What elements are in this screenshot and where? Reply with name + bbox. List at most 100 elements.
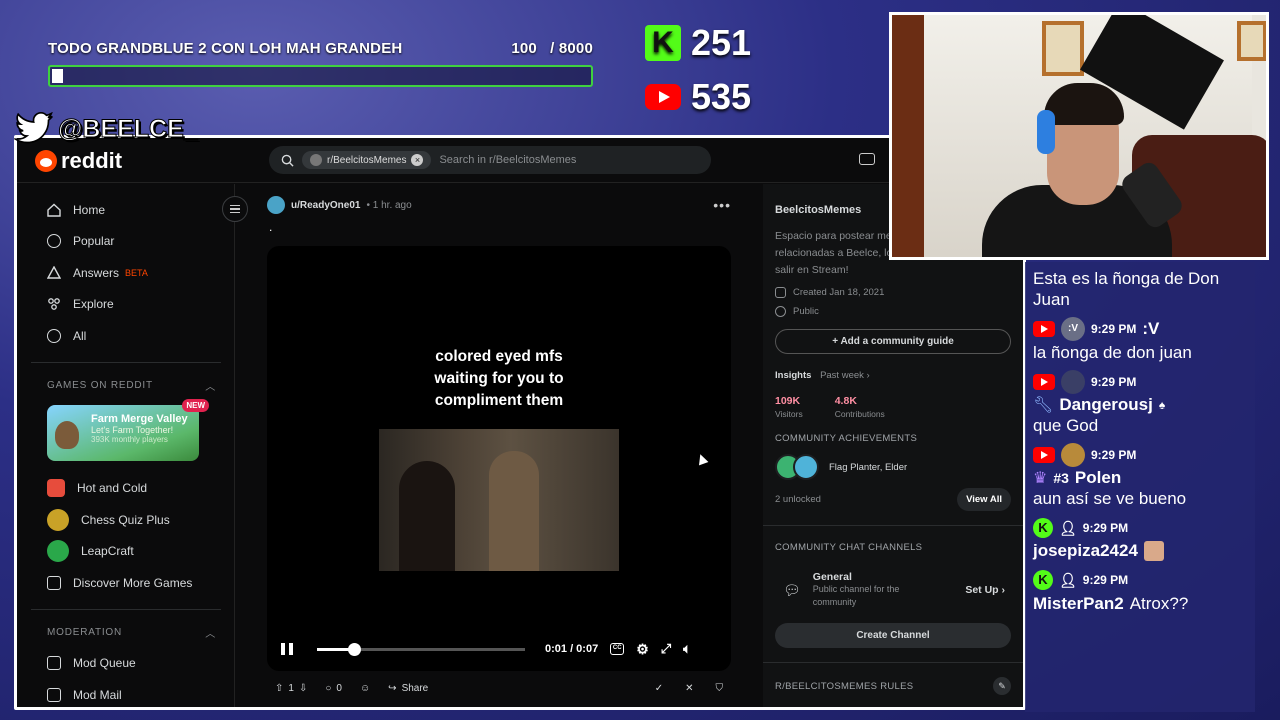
achievements-text: Flag Planter, Elder bbox=[829, 461, 908, 473]
channel-general[interactable]: 💬︎ General Public channel for the commun… bbox=[775, 571, 1011, 609]
award-button[interactable]: ☺ bbox=[360, 683, 370, 694]
youtube-viewer-counter: 535 bbox=[645, 76, 751, 118]
insights-period-link[interactable]: Past week › bbox=[820, 370, 870, 381]
advertise-icon[interactable] bbox=[859, 153, 875, 165]
mod-mail-icon bbox=[47, 687, 61, 702]
rank-badge: #3 bbox=[1053, 470, 1069, 486]
webcam-feed bbox=[889, 12, 1269, 260]
captions-icon[interactable]: CC bbox=[610, 643, 625, 655]
chat-channels-title: COMMUNITY CHAT CHANNELS bbox=[775, 542, 923, 553]
pause-button[interactable] bbox=[281, 643, 293, 655]
moderation-section-header[interactable]: MODERATION ︿ bbox=[47, 618, 220, 648]
setup-channel-button[interactable]: Set Up › bbox=[965, 584, 1011, 596]
contributions-value: 4.8K bbox=[834, 395, 857, 407]
post-author[interactable]: u/ReadyOne01 bbox=[291, 200, 360, 211]
chat-message-text: Atrox?? bbox=[1129, 594, 1189, 613]
post-time: • 1 hr. ago bbox=[366, 199, 412, 211]
chat-message: :V 9:29 PM :V la ñonga de don juan bbox=[1025, 310, 1255, 363]
achievements-footer: 2 unlocked View All bbox=[775, 488, 1011, 511]
visibility: Public bbox=[775, 306, 1011, 317]
games-section-header[interactable]: GAMES ON REDDIT ︿ bbox=[47, 371, 220, 401]
sidebar-item-home[interactable]: Home bbox=[47, 194, 220, 226]
search-bar[interactable]: r/BeelcitosMemes × Search in r/Beelcitos… bbox=[269, 146, 711, 174]
vote-count: 1 bbox=[288, 683, 294, 694]
chat-message-text: la ñonga de don juan bbox=[1033, 343, 1192, 362]
sidebar-item-all[interactable]: All bbox=[47, 320, 220, 352]
rules-header[interactable]: R/BEELCITOSMEMES RULES ✎ bbox=[775, 677, 1011, 695]
goal-title: TODO GRANDBLUE 2 CON LOH MAH GRANDEH bbox=[48, 40, 403, 57]
reddit-wordmark: reddit bbox=[61, 148, 123, 173]
upvote-icon[interactable]: ⇧ bbox=[275, 683, 283, 694]
twitter-handle-text: @BEELCE_ bbox=[58, 114, 199, 143]
visitors-label: Visitors bbox=[775, 409, 803, 419]
unlocked-count: 2 unlocked bbox=[775, 494, 821, 505]
sidebar-item-popular[interactable]: Popular bbox=[47, 226, 220, 258]
sidebar-item-game[interactable]: LeapCraft bbox=[47, 536, 220, 568]
sidebar-item-mod-mail[interactable]: Mod Mail bbox=[47, 679, 220, 707]
fullscreen-icon[interactable]: ⤢ bbox=[661, 641, 671, 657]
chat-time: 9:29 PM bbox=[1091, 375, 1137, 389]
sidebar-item-mod-queue[interactable]: Mod Queue bbox=[47, 648, 220, 680]
sidebar-item-discover-games[interactable]: Discover More Games bbox=[47, 567, 220, 599]
badge-icon: ♠ bbox=[1158, 398, 1166, 412]
sidebar-item-label: LeapCraft bbox=[81, 544, 134, 559]
post-header: u/ReadyOne01 • 1 hr. ago ••• bbox=[267, 194, 731, 216]
twitter-bird-icon bbox=[14, 112, 53, 144]
divider bbox=[763, 525, 1023, 526]
sidebar-item-answers[interactable]: Answers BETA bbox=[47, 257, 220, 289]
shield-icon[interactable]: ⛉ bbox=[716, 683, 724, 694]
chat-time: 9:29 PM bbox=[1091, 448, 1137, 462]
clear-chip-icon[interactable]: × bbox=[411, 154, 424, 166]
downvote-icon[interactable]: ⇩ bbox=[299, 683, 307, 694]
remove-icon[interactable]: ✕ bbox=[685, 683, 693, 694]
goal-progress-fill bbox=[52, 69, 63, 83]
sidebar-item-explore[interactable]: Explore bbox=[47, 289, 220, 321]
avatar: :V bbox=[1061, 317, 1085, 341]
share-button[interactable]: ↪ Share bbox=[388, 683, 428, 694]
community-avatar-icon bbox=[310, 154, 322, 166]
settings-gear-icon[interactable]: ⚙ bbox=[636, 641, 649, 658]
edit-pencil-icon[interactable]: ✎ bbox=[993, 677, 1011, 695]
kick-viewer-counter: K 251 bbox=[645, 22, 751, 64]
create-channel-button[interactable]: Create Channel bbox=[775, 623, 1011, 648]
goal-progress-bar bbox=[48, 65, 593, 87]
collapse-sidebar-button[interactable] bbox=[222, 196, 248, 222]
search-input[interactable]: Search in r/BeelcitosMemes bbox=[439, 154, 576, 166]
sidebar-item-label: Explore bbox=[73, 297, 114, 312]
sidebar-item-label: All bbox=[73, 328, 87, 343]
video-frame-image bbox=[379, 429, 619, 571]
all-icon bbox=[47, 328, 61, 343]
visitors-value: 109K bbox=[775, 395, 801, 407]
community-filter-chip[interactable]: r/BeelcitosMemes × bbox=[302, 151, 432, 169]
video-player[interactable]: colored eyed mfs waiting for you to comp… bbox=[267, 246, 731, 671]
sidebar-item-label: Answers bbox=[73, 265, 120, 280]
chat-username: MisterPan2 bbox=[1033, 593, 1124, 613]
approve-icon[interactable]: ✓ bbox=[655, 683, 663, 694]
divider bbox=[763, 662, 1023, 663]
comments-button[interactable]: ○ 0 bbox=[325, 683, 342, 694]
chat-message: 9:29 PM ♛ #3 Polen aun así se ve bueno bbox=[1025, 436, 1255, 509]
featured-game-card[interactable]: Farm Merge Valley Let's Farm Together! 3… bbox=[47, 398, 209, 461]
achievements-row[interactable]: Flag Planter, Elder bbox=[775, 454, 1011, 480]
share-icon: ↪ bbox=[388, 683, 397, 694]
more-options-icon[interactable]: ••• bbox=[713, 197, 731, 213]
view-all-button[interactable]: View All bbox=[957, 488, 1011, 511]
sidebar-item-game[interactable]: Hot and Cold bbox=[47, 473, 220, 505]
featured-game-players: 393K monthly players bbox=[91, 434, 168, 444]
left-sidebar: Home Popular Answers BETA Explore All GA… bbox=[17, 184, 235, 707]
video-controls: 0:01 / 0:07 CC ⚙ ⤢ 🔈︎ bbox=[281, 639, 721, 659]
game-mascot-icon bbox=[55, 420, 79, 449]
chat-username: josepiza2424 bbox=[1033, 541, 1138, 560]
volume-icon[interactable]: 🔈︎ bbox=[683, 641, 691, 657]
seek-knob[interactable] bbox=[348, 642, 362, 656]
user-avatar[interactable] bbox=[267, 196, 285, 214]
chat-message-text: aun así se ve bueno bbox=[1033, 489, 1187, 508]
reddit-logo[interactable]: reddit bbox=[35, 148, 122, 174]
sidebar-item-game[interactable]: Chess Quiz Plus bbox=[47, 504, 220, 536]
divider bbox=[31, 361, 221, 363]
leapcraft-icon bbox=[47, 540, 69, 563]
add-community-guide-button[interactable]: + Add a community guide bbox=[775, 329, 1011, 354]
cake-icon bbox=[775, 287, 786, 298]
youtube-icon bbox=[1033, 447, 1055, 463]
video-seek-bar[interactable] bbox=[317, 642, 525, 656]
